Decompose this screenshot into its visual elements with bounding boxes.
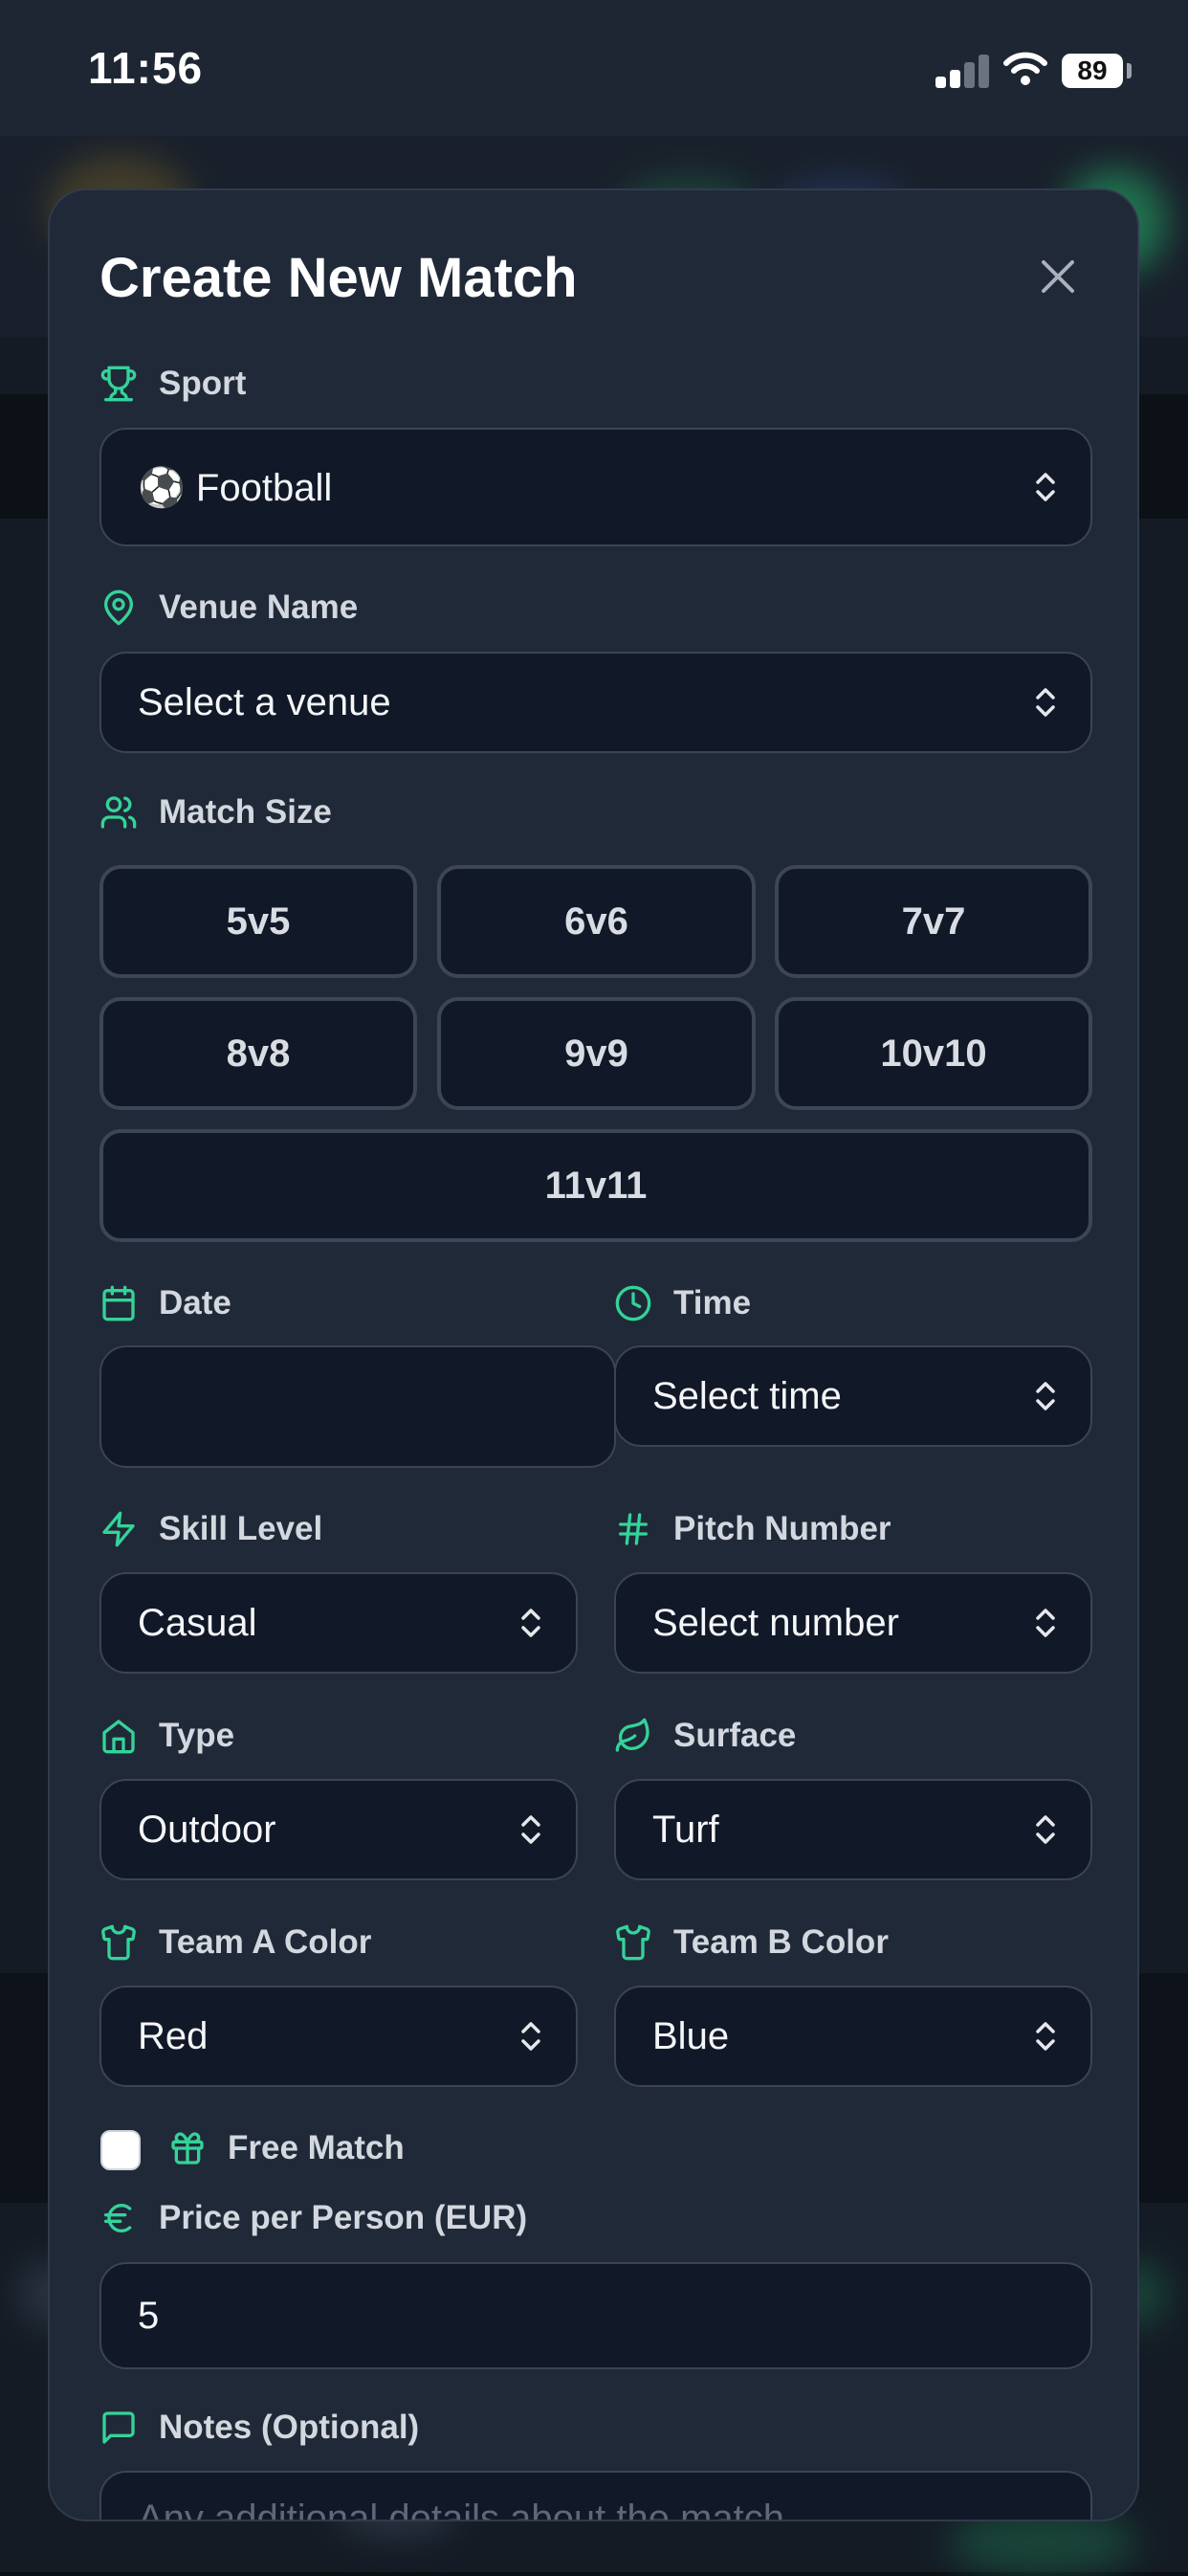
shirt-icon [616,1924,650,1961]
notes-label: Notes (Optional) [99,2409,419,2447]
map-pin-icon [104,589,133,626]
venue-select[interactable]: Select a venue [99,652,1092,753]
euro-icon [104,2203,132,2232]
create-match-modal: Create New Match Sport ⚽ Football Venue … [48,189,1139,2521]
time-label: Time [614,1284,751,1322]
chevron-up-down-icon [521,1815,540,1844]
trophy-icon [100,366,137,402]
team-b-color-label-text: Team B Color [673,1923,889,1961]
surface-label: Surface [614,1717,796,1755]
calendar-icon [102,1285,135,1321]
surface-select[interactable]: Turf [614,1779,1092,1880]
team-a-color-value: Red [138,2014,209,2057]
status-bar: 11:56 89 [0,0,1188,136]
message-square-icon [102,2411,135,2444]
price-label-text: Price per Person (EUR) [159,2199,528,2236]
venue-label-text: Venue Name [159,588,359,626]
gift-icon [171,2132,204,2165]
skill-level-label: Skill Level [99,1510,322,1548]
battery-cap [1127,63,1132,78]
wifi-icon [1003,52,1047,85]
type-label: Type [99,1717,234,1755]
time-label-text: Time [673,1284,752,1321]
skill-level-value: Casual [138,1601,257,1644]
free-match-label-text: Free Match [228,2129,405,2166]
chevron-up-down-icon [1036,1815,1055,1844]
free-match-checkbox[interactable] [100,2130,141,2170]
team-b-color-value: Blue [652,2014,730,2057]
chevron-up-down-icon [1036,688,1055,717]
date-label: Date [99,1284,231,1322]
leaf-icon [615,1718,649,1752]
free-match-label[interactable]: Free Match [168,2129,405,2167]
type-value: Outdoor [138,1808,276,1851]
sport-value: ⚽ Football [138,466,333,509]
venue-value: Select a venue [138,680,391,723]
type-label-text: Type [159,1717,235,1754]
sport-label-text: Sport [159,365,247,402]
sport-select[interactable]: ⚽ Football [99,428,1092,546]
surface-value: Turf [652,1808,719,1851]
chevron-up-down-icon [1036,1609,1055,1637]
sport-label: Sport [99,365,246,403]
skill-level-select[interactable]: Casual [99,1572,578,1674]
skill-level-label-text: Skill Level [159,1510,323,1547]
home-icon [102,1720,135,1754]
match-size-10v10-button[interactable]: 10v10 [775,997,1092,1110]
chevron-up-down-icon [1036,2022,1055,2051]
match-size-label: Match Size [99,793,332,832]
price-value: 5 [138,2294,160,2337]
team-a-color-label: Team A Color [99,1923,371,1962]
date-label-text: Date [159,1284,231,1321]
shirt-icon [101,1924,136,1961]
venue-label: Venue Name [99,588,358,627]
zap-icon [102,1511,135,1547]
notes-placeholder: Any additional details about the match..… [138,2498,817,2521]
team-a-color-label-text: Team A Color [159,1923,372,1961]
chevron-up-down-icon [521,1609,540,1637]
price-label: Price per Person (EUR) [99,2199,527,2237]
notes-textarea[interactable]: Any additional details about the match..… [99,2471,1092,2521]
modal-title: Create New Match [99,247,578,309]
match-size-5v5-button[interactable]: 5v5 [99,865,417,978]
pitch-number-label-text: Pitch Number [673,1510,891,1547]
battery-indicator: 89 [1062,54,1123,88]
match-size-7v7-button[interactable]: 7v7 [775,865,1092,978]
match-size-label-text: Match Size [159,793,332,831]
date-input[interactable] [99,1345,616,1468]
chevron-up-down-icon [1036,1382,1055,1410]
pitch-number-label: Pitch Number [614,1510,891,1548]
time-select[interactable]: Select time [614,1345,1092,1447]
type-select[interactable]: Outdoor [99,1779,578,1880]
signal-icon [935,54,989,88]
team-a-color-select[interactable]: Red [99,1986,578,2087]
hash-icon [619,1513,648,1545]
team-b-color-select[interactable]: Blue [614,1986,1092,2087]
price-input[interactable]: 5 [99,2262,1092,2369]
pitch-number-select[interactable]: Select number [614,1572,1092,1674]
chevron-up-down-icon [1036,473,1055,501]
match-size-8v8-button[interactable]: 8v8 [99,997,417,1110]
pitch-number-value: Select number [652,1601,899,1644]
chevron-up-down-icon [521,2022,540,2051]
match-size-11v11-button[interactable]: 11v11 [99,1129,1092,1242]
clock-icon [615,1285,651,1321]
match-size-9v9-button[interactable]: 9v9 [437,997,756,1110]
users-icon [100,796,137,829]
notes-label-text: Notes (Optional) [159,2409,420,2446]
team-b-color-label: Team B Color [614,1923,889,1962]
match-size-6v6-button[interactable]: 6v6 [437,865,756,978]
close-icon[interactable] [1035,254,1081,300]
time-value: Select time [652,1374,842,1417]
status-time: 11:56 [88,43,204,93]
surface-label-text: Surface [673,1717,797,1754]
